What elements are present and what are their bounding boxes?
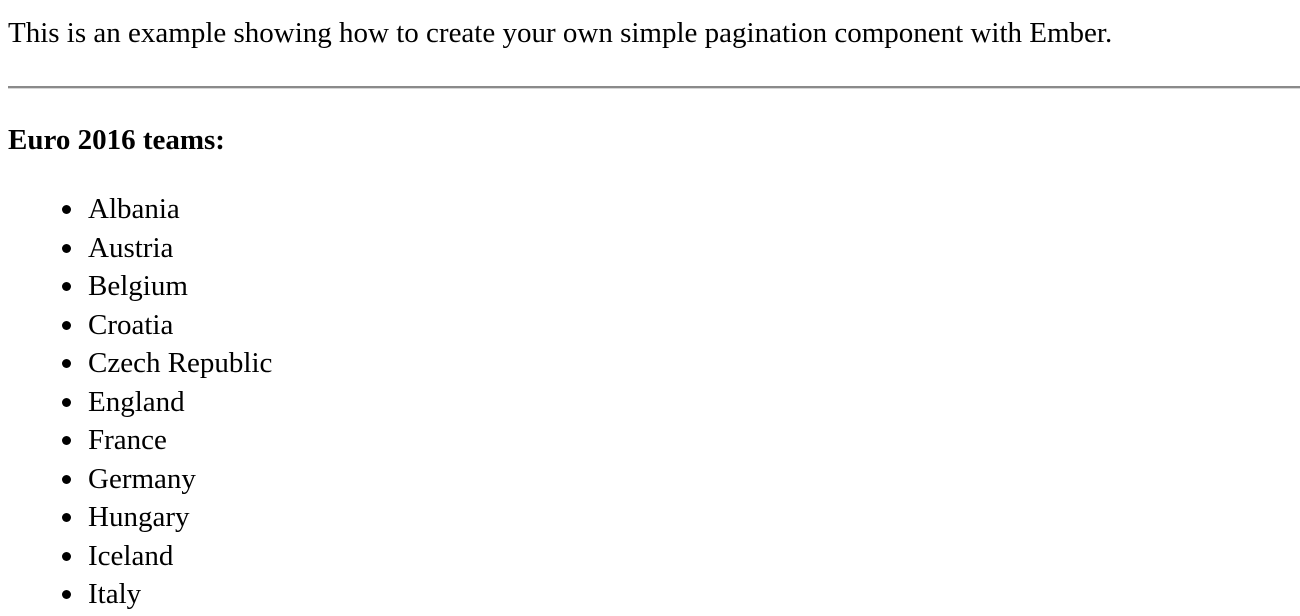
team-name: Albania (88, 193, 180, 225)
team-name: Austria (88, 231, 174, 264)
divider (8, 86, 1300, 89)
intro-text: This is an example showing how to create… (8, 17, 1113, 49)
team-name: Czech Republic (88, 347, 273, 379)
bullet-icon (62, 320, 71, 330)
bullet-icon (62, 590, 71, 599)
team-name: Croatia (88, 308, 174, 341)
bullet-icon (62, 513, 71, 522)
bullet-icon (62, 397, 71, 407)
bullet-icon (62, 551, 71, 561)
team-name: England (88, 385, 185, 418)
team-name: Italy (88, 578, 142, 610)
team-name: Germany (88, 462, 196, 495)
bullet-icon (62, 282, 71, 291)
page: This is an example showing how to create… (0, 0, 1300, 616)
team-name: Hungary (88, 501, 190, 533)
bullet-icon (62, 205, 71, 214)
bullet-icon (62, 474, 71, 484)
team-name: Belgium (88, 270, 188, 302)
teams-heading: Euro 2016 teams: (8, 124, 225, 156)
bullet-icon (62, 359, 71, 368)
team-name: France (88, 424, 167, 456)
bullet-icon (62, 436, 71, 445)
team-name: Iceland (88, 539, 174, 572)
bullet-icon (62, 243, 71, 253)
